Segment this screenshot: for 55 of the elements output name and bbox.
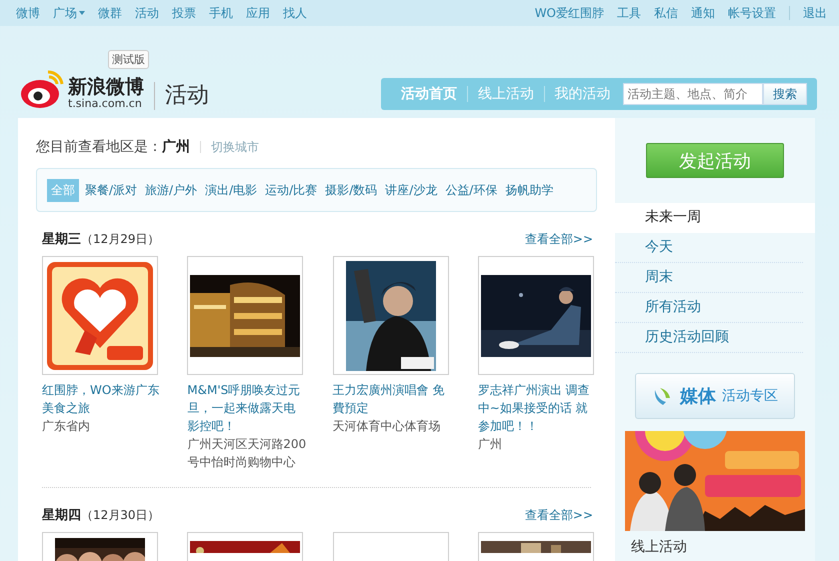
- filter-link[interactable]: 今天: [615, 233, 803, 263]
- category-link[interactable]: 扬帆助学: [503, 180, 556, 200]
- day-heading: 星期四（12月30日）: [42, 507, 160, 524]
- search-field[interactable]: 活动主题、地点、简介: [622, 83, 763, 105]
- switch-city-link[interactable]: 切换城市: [211, 138, 259, 156]
- nav-link[interactable]: 通知: [691, 4, 715, 22]
- category-link[interactable]: 运动/比赛: [263, 180, 320, 200]
- category-link[interactable]: 全部: [47, 178, 79, 202]
- brand-domain: t.sina.com.cn: [68, 98, 142, 110]
- section-title: 活动: [154, 82, 209, 110]
- event-location: 广东省内: [42, 418, 90, 435]
- search-button[interactable]: 搜索: [762, 83, 807, 105]
- nav-link[interactable]: WO爱红围脖: [534, 4, 604, 22]
- nav-link[interactable]: 私信: [654, 4, 678, 22]
- event-title-link[interactable]: 红围脖，WO来游广东美食之旅: [42, 381, 162, 417]
- category-link[interactable]: 讲座/沙龙: [383, 180, 440, 200]
- nav-link[interactable]: 广场: [53, 4, 85, 22]
- category-link[interactable]: 聚餐/派对: [83, 180, 140, 200]
- nav-link[interactable]: 帐号设置: [728, 4, 776, 22]
- nav-link[interactable]: 退出: [803, 4, 827, 22]
- city-name: 广州: [162, 138, 190, 156]
- beta-badge: 测试版: [108, 50, 149, 69]
- media-zone-button[interactable]: 媒体 活动专区: [635, 373, 795, 419]
- category-link[interactable]: 摄影/数码: [323, 180, 380, 200]
- nav-tab[interactable]: 活动首页: [391, 85, 467, 103]
- nav-link[interactable]: 找人: [283, 4, 307, 22]
- nav-tab[interactable]: 线上活动: [468, 85, 544, 103]
- nav-link[interactable]: 投票: [172, 4, 196, 22]
- day-heading: 星期三（12月29日）: [42, 231, 160, 248]
- nav-link[interactable]: 手机: [209, 4, 233, 22]
- brand-name: 新浪微博: [68, 76, 144, 98]
- category-link[interactable]: 演出/电影: [203, 180, 260, 200]
- event-title-link[interactable]: 王力宏廣州演唱會 免費預定: [332, 381, 452, 417]
- view-all-link[interactable]: 查看全部>>: [524, 230, 593, 248]
- nav-link[interactable]: 活动: [135, 4, 159, 22]
- nav-link[interactable]: 应用: [246, 4, 270, 22]
- create-event-button[interactable]: 发起活动: [646, 143, 784, 178]
- category-link[interactable]: 旅游/户外: [143, 180, 200, 200]
- view-all-link[interactable]: 查看全部>>: [524, 506, 593, 524]
- filter-link[interactable]: 未来一周: [615, 203, 815, 233]
- event-title-link[interactable]: M&M'S呼朋唤友过元旦，一起来做露天电影控吧！: [187, 381, 306, 435]
- nav-tab[interactable]: 我的活动: [544, 85, 621, 103]
- section-heading: 线上活动: [631, 539, 687, 555]
- event-location: 广州: [478, 436, 502, 453]
- event-location: 天河体育中心体育场: [332, 418, 440, 435]
- nav-link[interactable]: 微博: [16, 4, 40, 22]
- filter-link[interactable]: 历史活动回顾: [615, 323, 803, 353]
- event-location: 广州天河区天河路200号中怡时尚购物中心: [187, 436, 306, 471]
- region-label: 您目前查看地区是：: [36, 139, 162, 156]
- event-title-link[interactable]: 罗志祥广州演出 调查中~如果接受的话 就参加吧！！: [478, 381, 597, 435]
- filter-link[interactable]: 周末: [615, 263, 803, 293]
- nav-link[interactable]: 微群: [98, 4, 122, 22]
- nav-link[interactable]: 工具: [617, 4, 641, 22]
- filter-link[interactable]: 所有活动: [615, 293, 803, 323]
- category-link[interactable]: 公益/环保: [443, 180, 500, 200]
